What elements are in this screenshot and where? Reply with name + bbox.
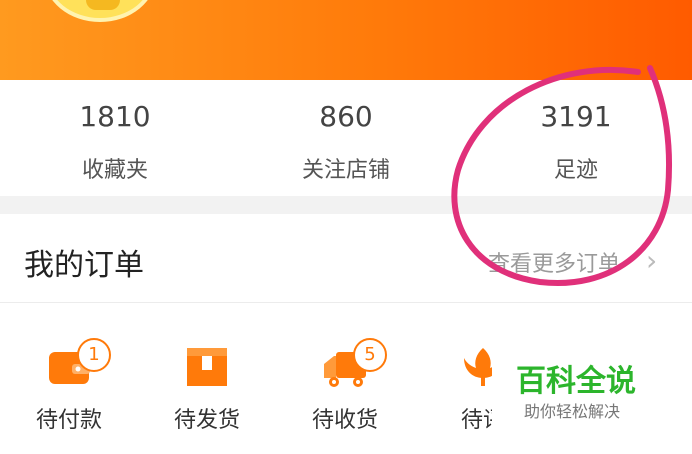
order-label: 待收货 — [311, 408, 378, 433]
section-divider — [0, 196, 692, 214]
stat-label: 收藏夹 — [81, 158, 148, 183]
orders-header: 我的订单 查看更多订单 › — [0, 214, 692, 303]
stat-label: 足迹 — [553, 158, 598, 183]
orders-title: 我的订单 — [24, 248, 144, 283]
stat-value: 3191 — [540, 100, 612, 133]
order-label: 待发货 — [173, 408, 240, 433]
watermark-title: 百科全说 — [516, 364, 636, 399]
order-pending-receipt[interactable]: 5 待收货 — [276, 332, 414, 442]
package-icon — [187, 348, 227, 386]
view-more-orders-link[interactable]: 查看更多订单 — [488, 246, 620, 278]
chevron-right-icon: › — [646, 244, 658, 277]
stat-label: 关注店铺 — [301, 158, 390, 183]
order-pending-payment[interactable]: 1 待付款 — [0, 332, 138, 442]
profile-header — [0, 0, 692, 80]
watermark-logo: 百科全说 助你轻松解决 — [492, 338, 668, 430]
order-label: 待付款 — [35, 408, 102, 433]
stat-value: 860 — [319, 100, 373, 133]
avatar[interactable] — [44, 0, 156, 22]
order-pending-shipment[interactable]: 待发货 — [138, 332, 276, 442]
badge-count: 5 — [353, 338, 387, 372]
stat-value: 1810 — [79, 100, 151, 133]
watermark-subtitle: 助你轻松解决 — [524, 402, 621, 421]
stats-bar: 1810 收藏夹 860 关注店铺 3191 足迹 — [0, 80, 692, 196]
badge-count: 1 — [77, 338, 111, 372]
